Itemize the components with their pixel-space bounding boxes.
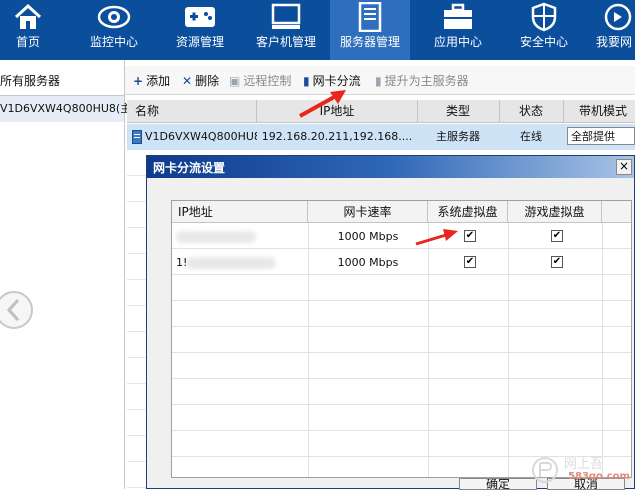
- promote-label: 提升为主服务器: [384, 74, 469, 88]
- monitor-icon: [244, 2, 328, 32]
- nav-label: 监控中心: [89, 35, 138, 49]
- nic-split-dialog: 网卡分流设置 × IP地址 网卡速率 系统虚拟盘 游戏虚拟盘 1000 Mbps…: [146, 155, 635, 490]
- shield-icon: [502, 2, 586, 32]
- cell-name: V1D6VXW4Q800HU8: [145, 130, 257, 143]
- remote-icon: ▣: [229, 73, 241, 88]
- mode-select[interactable]: 全部提供: [567, 127, 635, 145]
- tree-root-label[interactable]: 所有服务器: [0, 72, 60, 89]
- server-row-icon: [131, 124, 143, 150]
- table-row[interactable]: 1000 Mbps ✔ ✔: [172, 224, 631, 250]
- dialog-title: 网卡分流设置: [153, 161, 226, 175]
- server-small-icon: ▮: [375, 73, 382, 88]
- nav-label: 我要网: [596, 35, 633, 49]
- watermark-icon: [532, 457, 558, 483]
- delete-label: 删除: [195, 74, 220, 88]
- col-system-disk[interactable]: 系统虚拟盘: [428, 201, 508, 223]
- delete-button[interactable]: ✕ 删除: [182, 72, 219, 89]
- nav-web[interactable]: 我要网: [588, 0, 635, 60]
- table-row[interactable]: 1! 1000 Mbps ✔ ✔: [172, 250, 631, 276]
- add-button[interactable]: + 添加: [133, 72, 170, 89]
- globe-icon: [588, 2, 635, 32]
- nav-label: 应用中心: [433, 35, 482, 49]
- remote-label: 远程控制: [243, 74, 292, 88]
- nav-resources[interactable]: 资源管理: [158, 0, 242, 60]
- top-nav: 首页 监控中心 资源管理 客户机管理 服务器管理 应用中心 安全中心 我要网: [0, 0, 635, 60]
- close-icon: ✕: [182, 73, 193, 88]
- tree-item-server[interactable]: V1D6VXW4Q800HU8(主): [0, 96, 136, 122]
- add-label: 添加: [146, 74, 171, 88]
- cell-speed: 1000 Mbps: [337, 230, 399, 243]
- game-disk-checkbox[interactable]: ✔: [551, 256, 563, 268]
- annotation-arrow-icon: [415, 229, 458, 246]
- table-row[interactable]: V1D6VXW4Q800HU8 192.168.20.211,192.168..…: [127, 124, 635, 150]
- nav-clients[interactable]: 客户机管理: [244, 0, 328, 60]
- col-filler: [602, 201, 631, 223]
- watermark-logo: 网上吾 583go.com: [528, 450, 635, 489]
- cell-speed: 1000 Mbps: [337, 256, 399, 269]
- nav-label: 服务器管理: [339, 35, 400, 49]
- nav-label: 资源管理: [175, 35, 224, 49]
- redacted-ip: [186, 257, 276, 269]
- chevron-left-icon: [0, 291, 33, 329]
- col-speed[interactable]: 网卡速率: [308, 201, 428, 223]
- system-disk-checkbox[interactable]: ✔: [464, 256, 476, 268]
- promote-button[interactable]: ▮ 提升为主服务器: [375, 72, 469, 89]
- briefcase-icon: [416, 2, 500, 32]
- back-button[interactable]: [0, 288, 34, 332]
- cell-ip: [176, 224, 236, 250]
- watermark-site: 583go.com: [568, 471, 630, 482]
- cell-type: 主服务器: [436, 130, 480, 143]
- nic-table: IP地址 网卡速率 系统虚拟盘 游戏虚拟盘 1000 Mbps ✔ ✔ 1! 1…: [171, 200, 632, 478]
- plus-icon: +: [133, 73, 144, 88]
- nav-servers[interactable]: 服务器管理: [330, 0, 410, 60]
- col-name[interactable]: 名称: [127, 100, 257, 122]
- col-ip[interactable]: IP地址: [172, 201, 308, 223]
- nav-apps[interactable]: 应用中心: [416, 0, 500, 60]
- table-header: 名称 IP地址 类型 状态 带机模式: [127, 100, 635, 123]
- col-type[interactable]: 类型: [417, 100, 500, 122]
- gamepad-icon: [158, 2, 242, 32]
- col-mode[interactable]: 带机模式: [563, 100, 635, 122]
- col-status[interactable]: 状态: [499, 100, 564, 122]
- cell-status: 在线: [520, 130, 542, 143]
- nav-label: 安全中心: [519, 35, 568, 49]
- nav-monitor[interactable]: 监控中心: [72, 0, 156, 60]
- nav-label: 客户机管理: [255, 35, 316, 49]
- eye-icon: [72, 2, 156, 32]
- game-disk-checkbox[interactable]: ✔: [551, 230, 563, 242]
- nav-security[interactable]: 安全中心: [502, 0, 586, 60]
- server-icon: [330, 2, 410, 32]
- server-tree-panel: 所有服务器 V1D6VXW4Q800HU8(主): [0, 60, 136, 489]
- nav-home[interactable]: 首页: [0, 0, 70, 60]
- col-game-disk[interactable]: 游戏虚拟盘: [508, 201, 602, 223]
- system-disk-checkbox[interactable]: ✔: [464, 230, 476, 242]
- close-button[interactable]: ×: [616, 159, 632, 175]
- ok-button[interactable]: 确定: [459, 478, 537, 490]
- toolbar: + 添加 ✕ 删除 ▣ 远程控制 ▮ 网卡分流 ▮ 提升为主服务器: [125, 66, 635, 95]
- dialog-titlebar[interactable]: 网卡分流设置 ×: [147, 156, 634, 178]
- watermark-brand: 网上吾: [564, 457, 604, 472]
- remote-control-button[interactable]: ▣ 远程控制: [229, 72, 291, 89]
- annotation-arrow-icon: [299, 90, 346, 118]
- home-icon: [0, 2, 70, 32]
- nav-label: 首页: [15, 35, 40, 49]
- cell-ip: 1!: [176, 256, 188, 269]
- cell-ip: 192.168.20.211,192.168....: [261, 130, 413, 143]
